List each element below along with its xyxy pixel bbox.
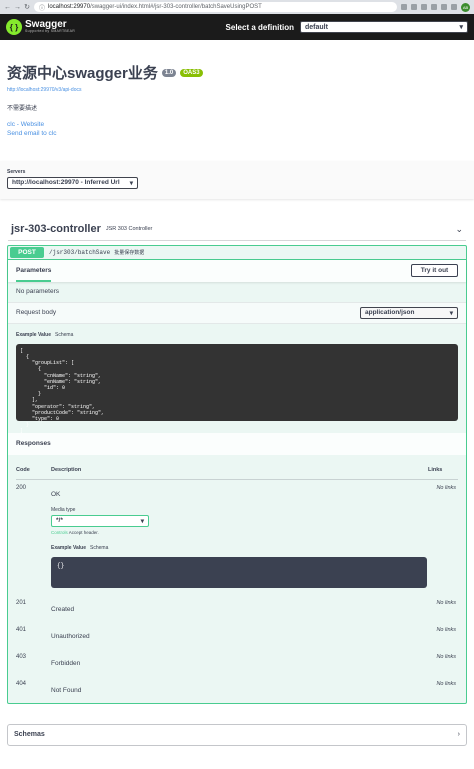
col-links: Links (428, 466, 443, 473)
media-type-select[interactable]: */* ▾ (51, 514, 149, 527)
request-body-header: Request body application/json ▾ (8, 301, 466, 324)
definition-label: Select a definition (225, 22, 294, 32)
responses-header: Responses (8, 432, 466, 455)
chevron-down-icon: ▾ (129, 179, 133, 187)
content-type-value: application/json (365, 309, 415, 317)
definition-value: default (305, 23, 328, 31)
chevron-right-icon[interactable]: › (458, 731, 460, 738)
response-code: 403 (16, 653, 27, 660)
response-row: 200 OK Media type */* ▾ Controls Accept … (16, 480, 458, 595)
operation-block: POST /jsr303/batchSave 批量保存数据 Parameters… (7, 244, 467, 704)
response-example-tab[interactable]: Example Value (51, 545, 86, 551)
response-row: 201 Created No links (16, 595, 458, 622)
url-host: localhost:29970 (48, 4, 91, 10)
tag-description: JSR 303 Controller (105, 226, 153, 233)
swagger-logo[interactable]: { } Swagger Supported by SMARTBEAR (6, 19, 75, 35)
oas-badge: OAS3 (180, 68, 203, 77)
schemas-section[interactable]: Schemas › (7, 723, 467, 746)
browser-bar: ← → ↻ ⓘ localhost:29970/swagger-ui/index… (0, 0, 474, 14)
request-example-code: [ { "groupList": [ { "cnName": "string",… (16, 343, 458, 434)
response-code: 200 (16, 484, 27, 491)
col-description: Description (51, 466, 82, 473)
response-description: Created (51, 605, 75, 613)
tag-header[interactable]: jsr-303-controller JSR 303 Controller ⌄ (8, 219, 466, 241)
response-links: No links (436, 484, 456, 491)
zoom-icon[interactable] (411, 4, 417, 10)
back-icon[interactable]: ← (4, 4, 11, 11)
forward-icon[interactable]: → (14, 4, 21, 11)
servers-section: Servers http://localhost:29970 - Inferre… (0, 160, 474, 199)
parameters-tab[interactable]: Parameters (16, 263, 52, 283)
response-schema-tab[interactable]: Schema (90, 545, 108, 551)
chevron-down-icon: ▾ (140, 517, 144, 525)
contact-website-link[interactable]: clc - Website (7, 120, 466, 129)
operation-path: /jsr303/batchSave (49, 248, 111, 256)
response-example-code: {} (51, 556, 427, 588)
response-description: Forbidden (51, 659, 81, 667)
schema-tab[interactable]: Schema (55, 332, 73, 338)
parameters-header: Parameters Try it out (8, 259, 466, 283)
api-docs-link[interactable]: http://localhost:29970/v3/api-docs (7, 87, 466, 93)
response-code: 404 (16, 680, 27, 687)
chevron-down-icon: ▾ (449, 309, 453, 317)
extensions-icon[interactable] (431, 4, 437, 10)
media-type-label: Media type (51, 506, 76, 513)
operation-summary-text: 批量保存数据 (114, 249, 145, 256)
swagger-logo-icon: { } (6, 19, 22, 35)
api-description: 不需要描述 (7, 106, 38, 112)
request-body-label: Request body (16, 309, 57, 317)
split-icon[interactable] (441, 4, 447, 10)
response-links: No links (436, 653, 456, 660)
response-links: No links (436, 680, 456, 687)
schemas-title: Schemas (14, 731, 45, 739)
logo-subtitle: Supported by SMARTBEAR (25, 29, 76, 34)
servers-label: Servers (7, 168, 26, 175)
server-select[interactable]: http://localhost:29970 - Inferred Url ▾ (7, 176, 138, 189)
url-path: /swagger-ui/index.html#/jsr-303-controll… (90, 4, 262, 10)
tag-name: jsr-303-controller (11, 223, 101, 236)
definition-select[interactable]: default ▾ (300, 21, 468, 33)
api-info: 资源中心swagger业务 1.0 OAS3 http://localhost:… (0, 40, 474, 153)
col-code: Code (16, 466, 30, 473)
response-code: 201 (16, 599, 27, 606)
response-row: 403 Forbidden No links (16, 649, 458, 676)
response-description: Not Found (51, 686, 82, 694)
responses-table: Code Description Links 200 OK Media type… (8, 455, 466, 703)
response-description: OK (51, 490, 61, 498)
address-bar[interactable]: ⓘ localhost:29970/swagger-ui/index.html#… (34, 2, 397, 12)
translate-icon[interactable] (401, 4, 407, 10)
controls-text: Controls (51, 529, 68, 535)
response-code: 401 (16, 626, 27, 633)
operation-summary[interactable]: POST /jsr303/batchSave 批量保存数据 (8, 246, 466, 260)
page-title: 资源中心swagger业务 (7, 65, 158, 82)
controls-suffix: Accept header. (67, 529, 99, 535)
response-row: 401 Unauthorized No links (16, 622, 458, 649)
method-badge: POST (10, 246, 44, 258)
example-value-tab[interactable]: Example Value (16, 332, 51, 338)
profile-avatar[interactable]: AB (461, 2, 470, 12)
response-links: No links (436, 626, 456, 633)
favorites-icon[interactable] (451, 4, 457, 10)
version-badge: 1.0 (161, 68, 177, 77)
contact-email-link[interactable]: Send email to clc (7, 129, 466, 138)
bookmark-star-icon[interactable] (421, 4, 427, 10)
swagger-topbar: { } Swagger Supported by SMARTBEAR Selec… (0, 14, 474, 40)
try-it-out-button[interactable]: Try it out (411, 264, 458, 278)
content-type-select[interactable]: application/json ▾ (360, 306, 458, 319)
server-value: http://localhost:29970 - Inferred Url (12, 179, 120, 187)
media-type-value: */* (56, 517, 63, 525)
chevron-down-icon: ▾ (459, 24, 463, 31)
chevron-up-icon[interactable]: ⌄ (455, 224, 463, 235)
response-links: No links (436, 599, 456, 606)
reload-icon[interactable]: ↻ (24, 3, 30, 11)
no-parameters-text: No parameters (16, 288, 59, 296)
response-row: 404 Not Found No links (16, 676, 458, 703)
response-description: Unauthorized (51, 632, 90, 640)
info-icon[interactable]: ⓘ (39, 3, 45, 12)
